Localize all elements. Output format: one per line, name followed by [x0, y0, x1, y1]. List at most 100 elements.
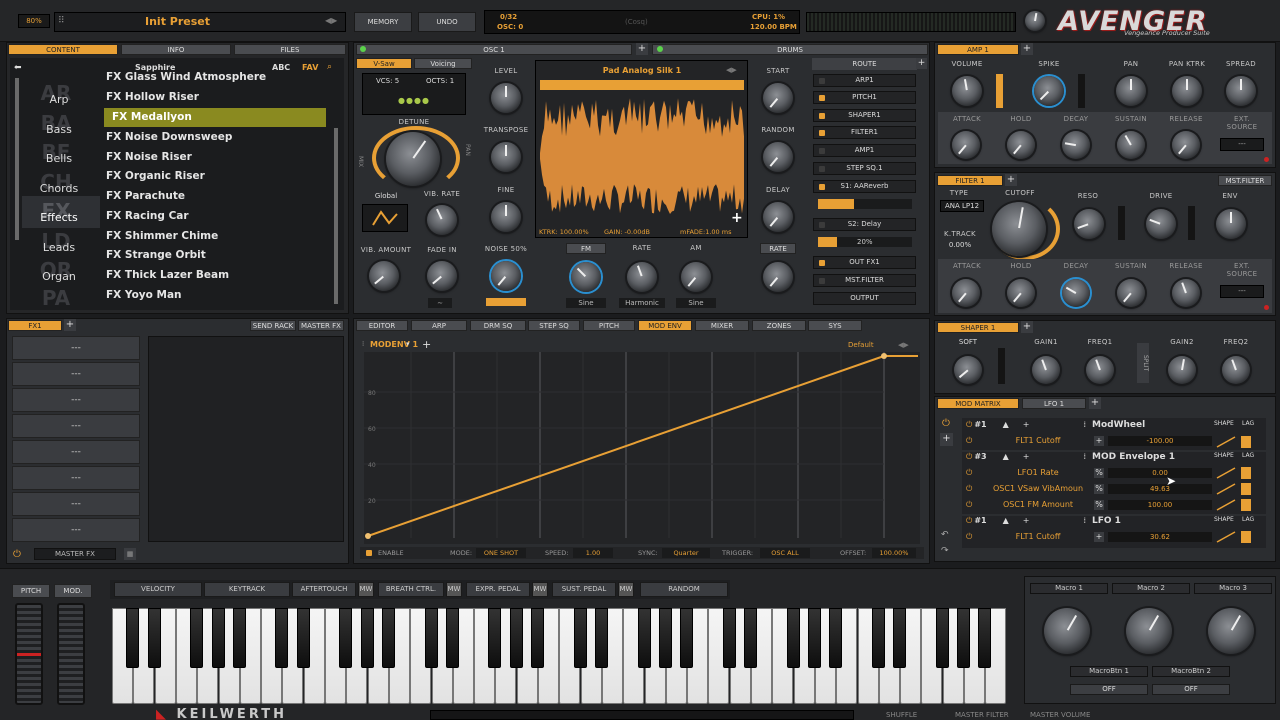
fx-slot[interactable]: --- — [12, 336, 140, 360]
category-chords[interactable]: CH Chords — [22, 172, 100, 195]
mod-wheel[interactable] — [57, 603, 85, 705]
random-knob[interactable] — [763, 142, 793, 172]
delay-knob[interactable] — [763, 202, 793, 232]
preset-scrollbar[interactable] — [334, 128, 338, 304]
black-key[interactable] — [978, 608, 992, 668]
black-key[interactable] — [232, 608, 246, 668]
ktrack-value[interactable]: 0.00% — [940, 241, 980, 253]
mod-undo-icon[interactable]: ↶ — [941, 530, 949, 540]
add-wave-icon[interactable]: + — [731, 210, 743, 226]
zoom-display[interactable]: 80% — [18, 14, 50, 28]
breath-button[interactable]: BREATH CTRL. — [378, 582, 444, 597]
split-label[interactable]: SPLIT — [1137, 343, 1149, 383]
modenv-chart[interactable]: 80 60 40 20 — [364, 352, 920, 544]
add-osc-icon[interactable]: + — [636, 43, 648, 55]
add-modenv-icon[interactable]: + — [422, 338, 431, 351]
footer-scroll[interactable] — [430, 710, 854, 720]
master-fx-footer[interactable]: MASTER FX — [34, 548, 116, 560]
amp-release-knob[interactable] — [1172, 131, 1200, 159]
add-mod-icon[interactable]: + — [1089, 397, 1101, 409]
keytrack-button[interactable]: KEYTRACK — [204, 582, 290, 597]
aftertouch-mw-button[interactable]: MW — [358, 582, 374, 597]
send-rack-button[interactable]: SEND RACK — [250, 320, 296, 331]
tab-mst-filter[interactable]: MST.FILTER — [1218, 175, 1272, 186]
fm-rate-knob[interactable] — [627, 262, 657, 292]
list-item[interactable]: FX Glass Wind Atmosphere — [104, 70, 326, 84]
add-shaper-icon[interactable]: + — [1021, 321, 1033, 333]
list-item[interactable]: FX Thick Lazer Beam — [104, 266, 326, 285]
tab-files[interactable]: FILES — [234, 44, 346, 55]
add-route-icon[interactable]: + — [916, 58, 927, 69]
black-key[interactable] — [381, 608, 395, 668]
route-led[interactable] — [819, 222, 825, 228]
route-amp1[interactable]: AMP1 — [813, 144, 916, 157]
tab-voicing[interactable]: Voicing — [414, 58, 472, 69]
black-key[interactable] — [658, 608, 672, 668]
black-key[interactable] — [445, 608, 459, 668]
black-key[interactable] — [893, 608, 907, 668]
freq2-knob[interactable] — [1222, 356, 1250, 384]
cutoff-knob[interactable] — [992, 202, 1046, 256]
tab-pitch[interactable]: PITCH — [583, 320, 635, 331]
add-filter-icon[interactable]: + — [1005, 174, 1017, 186]
master-volume-knob[interactable] — [1025, 11, 1045, 31]
list-item[interactable]: FX Racing Car — [104, 207, 326, 226]
noise-bar[interactable] — [486, 298, 526, 306]
macro3-knob[interactable] — [1208, 608, 1254, 654]
amp-attack-knob[interactable] — [952, 131, 980, 159]
route-led[interactable] — [819, 130, 825, 136]
black-key[interactable] — [829, 608, 843, 668]
black-key[interactable] — [957, 608, 970, 668]
spike-knob[interactable] — [1034, 76, 1064, 106]
fx-slot[interactable]: --- — [12, 440, 140, 464]
black-key[interactable] — [296, 608, 310, 668]
tab-osc1[interactable]: OSC 1 — [356, 44, 632, 55]
tab-mod-env[interactable]: MOD ENV — [638, 320, 692, 331]
env-amount-knob[interactable] — [1216, 209, 1246, 239]
trigger-select[interactable]: OSC ALL — [760, 548, 810, 558]
tab-fx1[interactable]: FX1 — [8, 320, 62, 331]
octs-value[interactable]: OCTS: 1 — [426, 77, 454, 85]
macro1-label[interactable]: Macro 1 — [1030, 583, 1108, 594]
route-pitch1[interactable]: PITCH1 — [813, 91, 916, 104]
am-shape[interactable]: Sine — [676, 298, 716, 308]
pan-knob[interactable] — [1116, 76, 1146, 106]
gain1-knob[interactable] — [1032, 356, 1060, 384]
list-item-selected[interactable]: FX Medallyon — [104, 108, 326, 127]
shape-curve-icon[interactable] — [1216, 483, 1236, 495]
speed-value[interactable]: 1.00 — [573, 548, 613, 558]
filter-ext-source-select[interactable]: --- — [1220, 285, 1264, 298]
expr-mw-button[interactable]: MW — [532, 582, 548, 597]
tab-amp1[interactable]: AMP 1 — [937, 44, 1019, 55]
mod-source-row[interactable]: ⏻ #1 ▲ + ⁞ ModWheel SHAPE LAG — [966, 420, 1262, 434]
preset-nav-icon[interactable]: ◀▶ — [325, 16, 337, 25]
tab-content[interactable]: CONTENT — [8, 44, 118, 55]
lag-slider[interactable] — [1241, 467, 1251, 479]
modenv-preset[interactable]: Default — [848, 341, 874, 349]
waveform-nav-icon[interactable]: ◀▶ — [726, 66, 737, 74]
route-led[interactable] — [819, 166, 825, 172]
tab-editor[interactable]: EDITOR — [356, 320, 408, 331]
modenv-dropdown-icon[interactable]: ▾ — [406, 340, 410, 348]
sust-pedal-button[interactable]: SUST. PEDAL — [552, 582, 616, 597]
list-item[interactable]: FX Noise Riser — [104, 148, 326, 167]
modenv-name[interactable]: MODENV 1 — [370, 340, 418, 349]
mfade-value[interactable]: mFADE:1.00 ms — [680, 228, 731, 236]
shuffle-label[interactable]: SHUFFLE — [886, 711, 917, 719]
rate-knob[interactable] — [763, 262, 793, 292]
tab-step-sq[interactable]: STEP SQ — [528, 320, 580, 331]
modenv-preset-nav-icon[interactable]: ◀▶ — [898, 341, 909, 349]
route-led[interactable] — [819, 78, 825, 84]
enable-checkbox[interactable] — [366, 550, 372, 556]
shaper-type-select[interactable]: SOFT — [948, 338, 988, 349]
black-key[interactable] — [594, 608, 608, 668]
macrobtn2-off[interactable]: OFF — [1152, 684, 1230, 695]
memory-button[interactable]: MEMORY — [354, 12, 412, 32]
black-key[interactable] — [637, 608, 651, 668]
vib-rate-knob[interactable] — [427, 205, 457, 235]
fx-slot[interactable]: --- — [12, 466, 140, 490]
tab-sys[interactable]: SYS — [808, 320, 862, 331]
list-item[interactable]: FX Parachute — [104, 187, 326, 206]
drive-knob[interactable] — [1146, 209, 1176, 239]
tab-zones[interactable]: ZONES — [752, 320, 806, 331]
